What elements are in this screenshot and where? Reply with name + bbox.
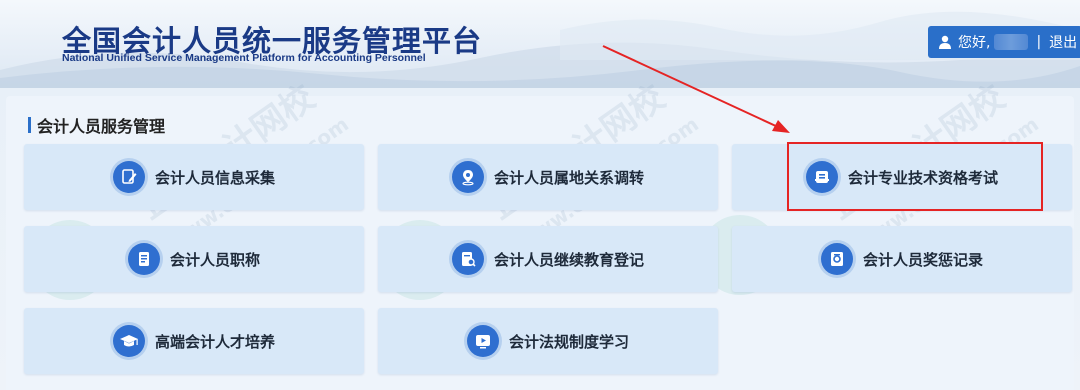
platform-subtitle: National Unified Service Management Plat… — [62, 52, 426, 64]
location-pin-icon — [451, 161, 484, 193]
tile-talent-training[interactable]: 高端会计人才培养 — [24, 308, 364, 374]
tile-label: 高端会计人才培养 — [154, 332, 275, 351]
user-box: 您好, | 退出 — [928, 26, 1080, 58]
logout-link[interactable]: 退出 — [1049, 32, 1077, 52]
greeting-text: 您好, — [958, 35, 991, 51]
tile-info-collection[interactable]: 会计人员信息采集 — [24, 144, 364, 210]
section-title-text: 会计人员服务管理 — [37, 117, 166, 136]
tile-territory-transfer[interactable]: 会计人员属地关系调转 — [378, 144, 718, 210]
tile-label: 会计人员奖惩记录 — [862, 250, 983, 269]
section-title-bar — [28, 117, 31, 133]
video-play-icon — [466, 325, 499, 357]
tile-label: 会计人员属地关系调转 — [493, 168, 644, 187]
tile-label: 会计人员继续教育登记 — [493, 250, 644, 269]
edit-document-icon — [112, 161, 145, 193]
tile-label: 会计人员职称 — [169, 250, 260, 269]
education-record-icon — [451, 243, 484, 275]
tile-label: 会计法规制度学习 — [508, 332, 629, 351]
separator: | — [1036, 34, 1042, 50]
certificate-icon — [127, 243, 160, 275]
user-icon — [939, 35, 951, 49]
tile-label: 会计人员信息采集 — [154, 168, 275, 187]
tile-reward-punishment[interactable]: 会计人员奖惩记录 — [732, 226, 1072, 292]
section-title: 会计人员服务管理 — [28, 113, 165, 137]
tile-regulation-study[interactable]: 会计法规制度学习 — [378, 308, 718, 374]
header: 全国会计人员统一服务管理平台 National Unified Service … — [0, 0, 1080, 88]
reward-record-icon — [820, 243, 853, 275]
tile-label: 会计专业技术资格考试 — [847, 168, 998, 187]
exam-document-icon — [805, 161, 838, 193]
tile-continuing-education[interactable]: 会计人员继续教育登记 — [378, 226, 718, 292]
graduation-cap-icon — [112, 325, 145, 357]
blurred-username — [994, 34, 1029, 50]
tile-qualification-exam[interactable]: 会计专业技术资格考试 — [732, 144, 1072, 210]
tile-professional-title[interactable]: 会计人员职称 — [24, 226, 364, 292]
